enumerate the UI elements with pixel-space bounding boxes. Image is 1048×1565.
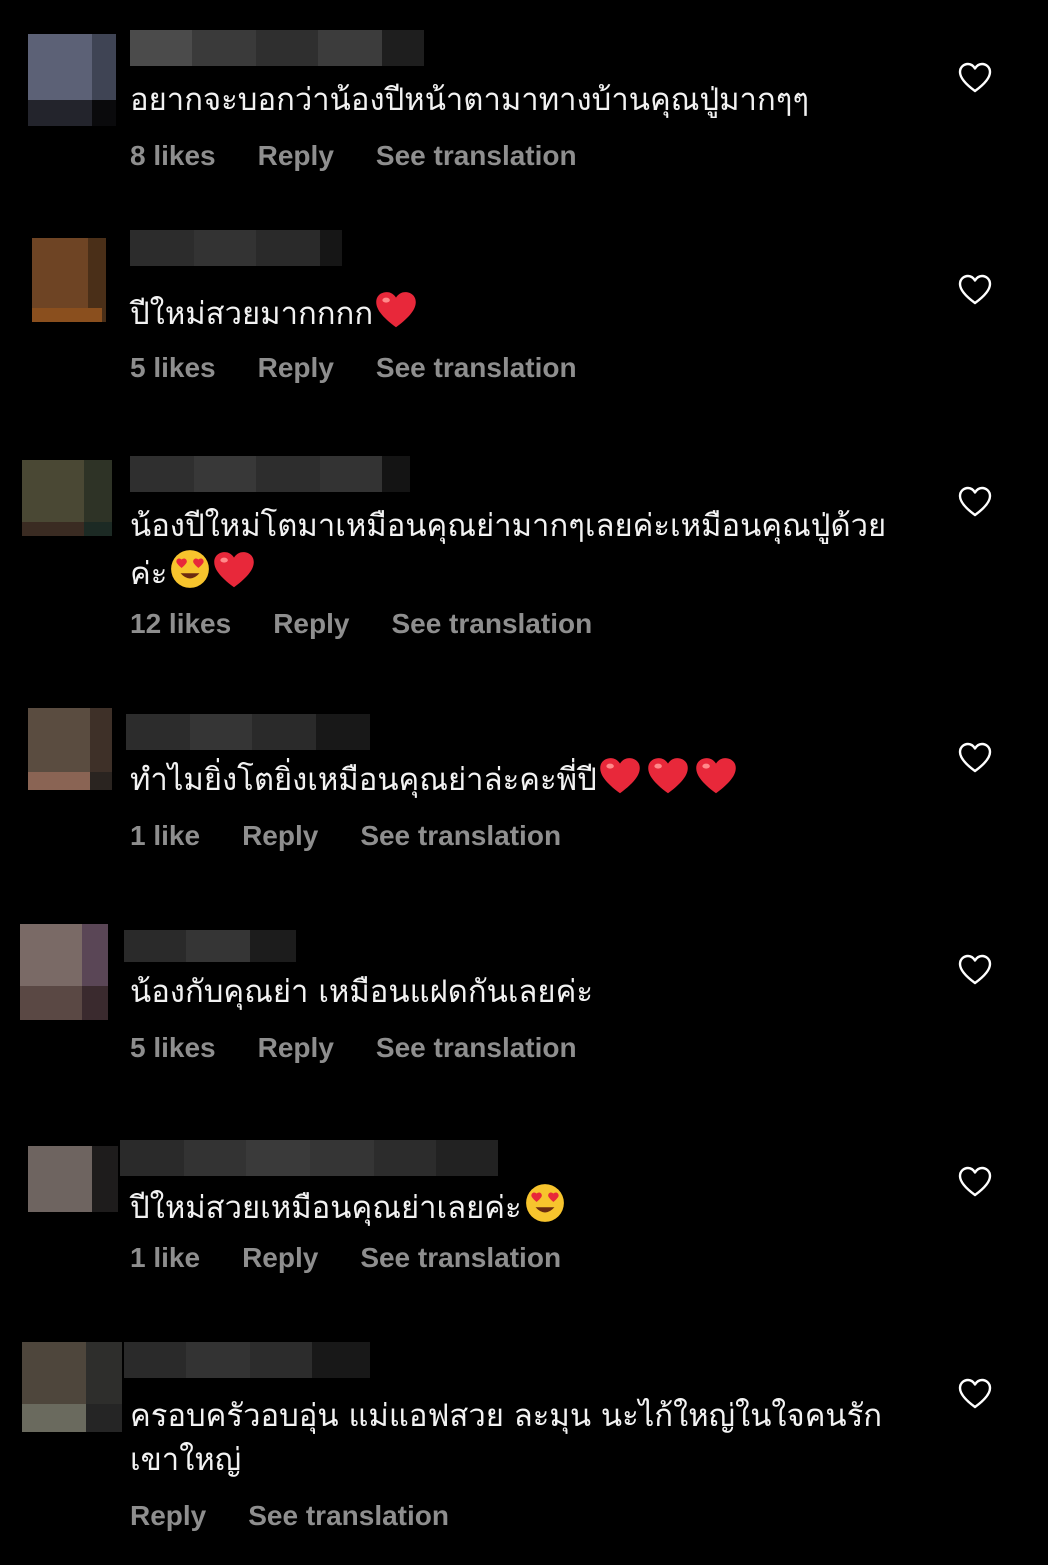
- username-blurred[interactable]: [126, 714, 370, 750]
- comment-text: น้องกับคุณย่า เหมือนแฝดกันเลยค่ะ: [130, 974, 593, 1010]
- see-translation-button[interactable]: See translation: [360, 820, 561, 852]
- avatar[interactable]: [18, 924, 108, 1020]
- heart-outline-icon[interactable]: [958, 62, 992, 94]
- avatar[interactable]: [28, 34, 116, 126]
- heart-outline-icon[interactable]: [958, 742, 992, 774]
- heart-outline-icon[interactable]: [958, 486, 992, 518]
- heart-eyes-emoji: [169, 548, 211, 602]
- username-blurred[interactable]: [130, 456, 410, 492]
- likes-count[interactable]: 5 likes: [130, 352, 216, 384]
- likes-count[interactable]: 1 like: [130, 820, 200, 852]
- comment-text: ครอบครัวอบอุ่น แม่แอฟสวย ละมุน นะไก้ใหญ่…: [130, 1398, 883, 1478]
- heart-outline-icon[interactable]: [958, 1166, 992, 1198]
- reply-button[interactable]: Reply: [258, 352, 334, 384]
- comment-text: ปีใหม่สวยเหมือนคุณย่าเลยค่ะ: [130, 1182, 930, 1236]
- reply-button[interactable]: Reply: [242, 1242, 318, 1274]
- see-translation-button[interactable]: See translation: [391, 608, 592, 640]
- heart-emoji: [375, 290, 417, 342]
- username-blurred[interactable]: [120, 1140, 498, 1176]
- comment-text: ปีใหม่สวยมากกกก: [130, 290, 930, 342]
- heart-outline-icon[interactable]: [958, 274, 992, 306]
- username-blurred[interactable]: [124, 930, 296, 962]
- reply-button[interactable]: Reply: [258, 1032, 334, 1064]
- reply-button[interactable]: Reply: [273, 608, 349, 640]
- avatar[interactable]: [28, 238, 110, 322]
- reply-button[interactable]: Reply: [258, 140, 334, 172]
- username-blurred[interactable]: [124, 1342, 370, 1378]
- see-translation-button[interactable]: See translation: [376, 140, 577, 172]
- see-translation-button[interactable]: See translation: [376, 1032, 577, 1064]
- comment-text: อยากจะบอกว่าน้องปีหน้าตามาทางบ้านคุณปู่ม…: [130, 82, 810, 118]
- avatar[interactable]: [28, 1146, 118, 1212]
- username-blurred[interactable]: [130, 230, 342, 266]
- likes-count[interactable]: 5 likes: [130, 1032, 216, 1064]
- comment-text: น้องปีใหม่โตมาเหมือนคุณย่ามากๆเลยค่ะเหมื…: [130, 504, 890, 602]
- avatar[interactable]: [28, 708, 112, 790]
- likes-count[interactable]: 8 likes: [130, 140, 216, 172]
- see-translation-button[interactable]: See translation: [248, 1500, 449, 1532]
- heart-emoji: [213, 550, 255, 602]
- see-translation-button[interactable]: See translation: [376, 352, 577, 384]
- comment-text: ทำไมยิ่งโตยิ่งเหมือนคุณย่าล่ะคะพี่ปี: [130, 756, 930, 808]
- likes-count[interactable]: 1 like: [130, 1242, 200, 1274]
- heart-emoji: [647, 756, 689, 808]
- heart-emoji: [599, 756, 641, 808]
- username-blurred[interactable]: [130, 30, 424, 66]
- avatar[interactable]: [22, 460, 112, 536]
- reply-button[interactable]: Reply: [130, 1500, 206, 1532]
- heart-outline-icon[interactable]: [958, 1378, 992, 1410]
- reply-button[interactable]: Reply: [242, 820, 318, 852]
- likes-count[interactable]: 12 likes: [130, 608, 231, 640]
- heart-eyes-emoji: [524, 1182, 566, 1236]
- avatar[interactable]: [22, 1342, 122, 1432]
- heart-emoji: [695, 756, 737, 808]
- see-translation-button[interactable]: See translation: [360, 1242, 561, 1274]
- heart-outline-icon[interactable]: [958, 954, 992, 986]
